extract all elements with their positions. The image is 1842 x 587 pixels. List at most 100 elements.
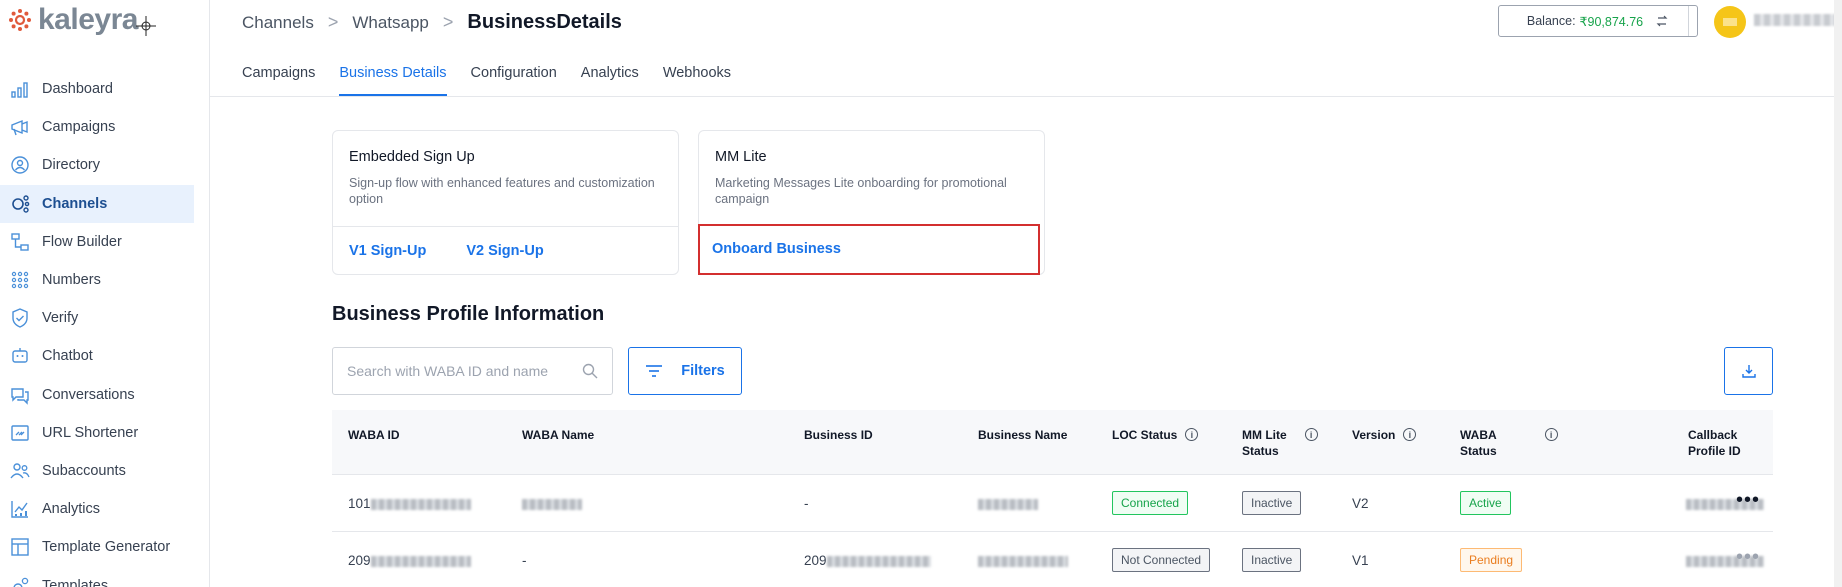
sidebar-item-templates[interactable]: Templates xyxy=(0,566,209,587)
sidebar-item-template-generator[interactable]: Template Generator xyxy=(0,528,209,566)
table-row[interactable]: 101 - Connected Inactive V2 Active ••• xyxy=(332,475,1773,532)
sidebar-item-numbers[interactable]: Numbers xyxy=(0,261,209,299)
embedded-signup-card: Embedded Sign Up Sign-up flow with enhan… xyxy=(332,130,679,275)
sidebar-item-conversations[interactable]: Conversations xyxy=(0,376,209,414)
page-title: BusinessDetails xyxy=(467,11,622,33)
cell-waba-name xyxy=(522,496,582,511)
card-description: Sign-up flow with enhanced features and … xyxy=(349,176,655,206)
sidebar-item-label: Subaccounts xyxy=(42,462,126,479)
sidebar-item-channels[interactable]: Channels xyxy=(0,184,194,223)
search-icon xyxy=(582,363,598,379)
download-icon xyxy=(1741,365,1756,378)
col-loc-status[interactable]: LOC Status i xyxy=(1112,427,1199,443)
onboard-business-link[interactable]: Onboard Business xyxy=(712,241,841,257)
filter-icon xyxy=(646,365,663,377)
users-icon xyxy=(10,461,30,481)
sidebar-item-subaccounts[interactable]: Subaccounts xyxy=(0,452,209,490)
search-box xyxy=(332,347,613,395)
sidebar-item-label: Numbers xyxy=(42,272,101,289)
balance-button[interactable]: Balance: ₹90,874.76 xyxy=(1498,5,1698,37)
info-icon[interactable]: i xyxy=(1304,428,1318,441)
balance-label: Balance: xyxy=(1526,14,1576,28)
breadcrumb-separator: > xyxy=(442,12,454,32)
search-input[interactable] xyxy=(347,363,582,379)
cell-business-name xyxy=(978,553,1068,568)
sidebar-item-label: Analytics xyxy=(42,501,101,518)
status-badge-mm-lite: Inactive xyxy=(1242,548,1302,572)
tab-business-details[interactable]: Business Details xyxy=(339,55,447,96)
col-waba-status[interactable]: WABA Status i xyxy=(1460,427,1558,459)
tab-configuration[interactable]: Configuration xyxy=(471,55,557,96)
sidebar-item-dashboard[interactable]: Dashboard xyxy=(0,70,209,108)
user-name-redacted[interactable] xyxy=(1754,14,1842,26)
breadcrumb-whatsapp[interactable]: Whatsapp xyxy=(352,13,429,33)
tab-campaigns[interactable]: Campaigns xyxy=(242,55,315,96)
business-profile-table: WABA ID WABA Name Business ID Business N… xyxy=(332,410,1773,587)
sidebar-item-campaigns[interactable]: Campaigns xyxy=(0,108,209,146)
tab-bar: Campaigns Business Details Configuration… xyxy=(242,55,731,96)
tab-divider xyxy=(210,96,1842,97)
sidebar-item-label: Channels xyxy=(42,195,108,212)
template-icon xyxy=(10,537,30,557)
col-waba-name[interactable]: WABA Name xyxy=(522,427,594,443)
info-icon[interactable]: i xyxy=(1185,428,1199,441)
sidebar-item-directory[interactable]: Directory xyxy=(0,146,209,184)
shield-check-icon xyxy=(10,308,30,328)
sidebar-item-label: Templates xyxy=(42,577,109,587)
sidebar-item-label: Campaigns xyxy=(42,119,116,136)
col-business-name[interactable]: Business Name xyxy=(978,427,1067,443)
crosshair-cursor-icon xyxy=(136,16,156,36)
more-actions-icon[interactable]: ••• xyxy=(1736,546,1760,569)
tab-analytics[interactable]: Analytics xyxy=(581,55,639,96)
logo[interactable]: kaleyra xyxy=(0,0,209,40)
section-title: Business Profile Information xyxy=(332,303,605,325)
contact-icon xyxy=(10,155,30,175)
scrollbar[interactable] xyxy=(1834,0,1842,587)
main-content: Channels > Whatsapp > BusinessDetails Ba… xyxy=(210,0,1842,587)
flow-icon xyxy=(10,232,30,252)
v1-signup-link[interactable]: V1 Sign-Up xyxy=(349,243,426,259)
col-callback-profile-id[interactable]: Callback Profile ID xyxy=(1688,427,1773,459)
sidebar-item-url-shortener[interactable]: URL Shortener xyxy=(0,414,209,452)
table-row[interactable]: 209 - 209 Not Connected Inactive V1 Pend… xyxy=(332,532,1773,587)
sidebar-nav: Dashboard Campaigns Directory Channels F… xyxy=(0,70,209,587)
sidebar-item-label: Verify xyxy=(42,310,79,327)
tab-webhooks[interactable]: Webhooks xyxy=(663,55,731,96)
cell-business-name xyxy=(978,496,1038,511)
chat-bubbles-icon xyxy=(10,385,30,405)
cell-version: V2 xyxy=(1352,496,1369,511)
sidebar-item-label: Conversations xyxy=(42,386,135,403)
col-business-id[interactable]: Business ID xyxy=(804,427,873,443)
col-version[interactable]: Version i xyxy=(1352,427,1417,443)
download-button[interactable] xyxy=(1724,347,1773,395)
avatar[interactable] xyxy=(1714,6,1746,38)
more-actions-icon[interactable]: ••• xyxy=(1736,489,1760,512)
v2-signup-link[interactable]: V2 Sign-Up xyxy=(466,243,543,259)
card-description: Marketing Messages Lite onboarding for p… xyxy=(715,176,1007,206)
col-waba-id[interactable]: WABA ID xyxy=(348,427,400,443)
info-icon[interactable]: i xyxy=(1403,428,1417,441)
refresh-icon[interactable] xyxy=(1655,14,1669,28)
cell-waba-id: 101 xyxy=(348,496,471,511)
filters-button[interactable]: Filters xyxy=(628,347,742,395)
dial-pad-icon xyxy=(10,270,30,290)
sidebar-item-chatbot[interactable]: Chatbot xyxy=(0,337,209,375)
sidebar-item-verify[interactable]: Verify xyxy=(0,299,209,337)
status-badge-loc: Connected xyxy=(1112,491,1189,515)
channels-icon xyxy=(10,194,30,214)
status-badge-waba: Pending xyxy=(1460,548,1523,572)
sidebar-item-analytics[interactable]: Analytics xyxy=(0,490,209,528)
col-mm-lite-status[interactable]: MM Lite Status i xyxy=(1242,427,1318,459)
bar-chart-icon xyxy=(10,79,30,99)
card-title: Embedded Sign Up xyxy=(349,149,475,165)
cell-waba-name: - xyxy=(522,553,527,568)
sidebar-item-label: Chatbot xyxy=(42,348,93,365)
info-icon[interactable]: i xyxy=(1544,428,1558,441)
filters-label: Filters xyxy=(681,363,725,379)
sidebar-item-label: Directory xyxy=(42,157,101,174)
sidebar-item-flow-builder[interactable]: Flow Builder xyxy=(0,223,209,261)
card-divider xyxy=(333,226,678,227)
breadcrumb-channels[interactable]: Channels xyxy=(242,13,314,33)
cell-version: V1 xyxy=(1352,553,1369,568)
sidebar-item-label: Template Generator xyxy=(42,539,171,556)
